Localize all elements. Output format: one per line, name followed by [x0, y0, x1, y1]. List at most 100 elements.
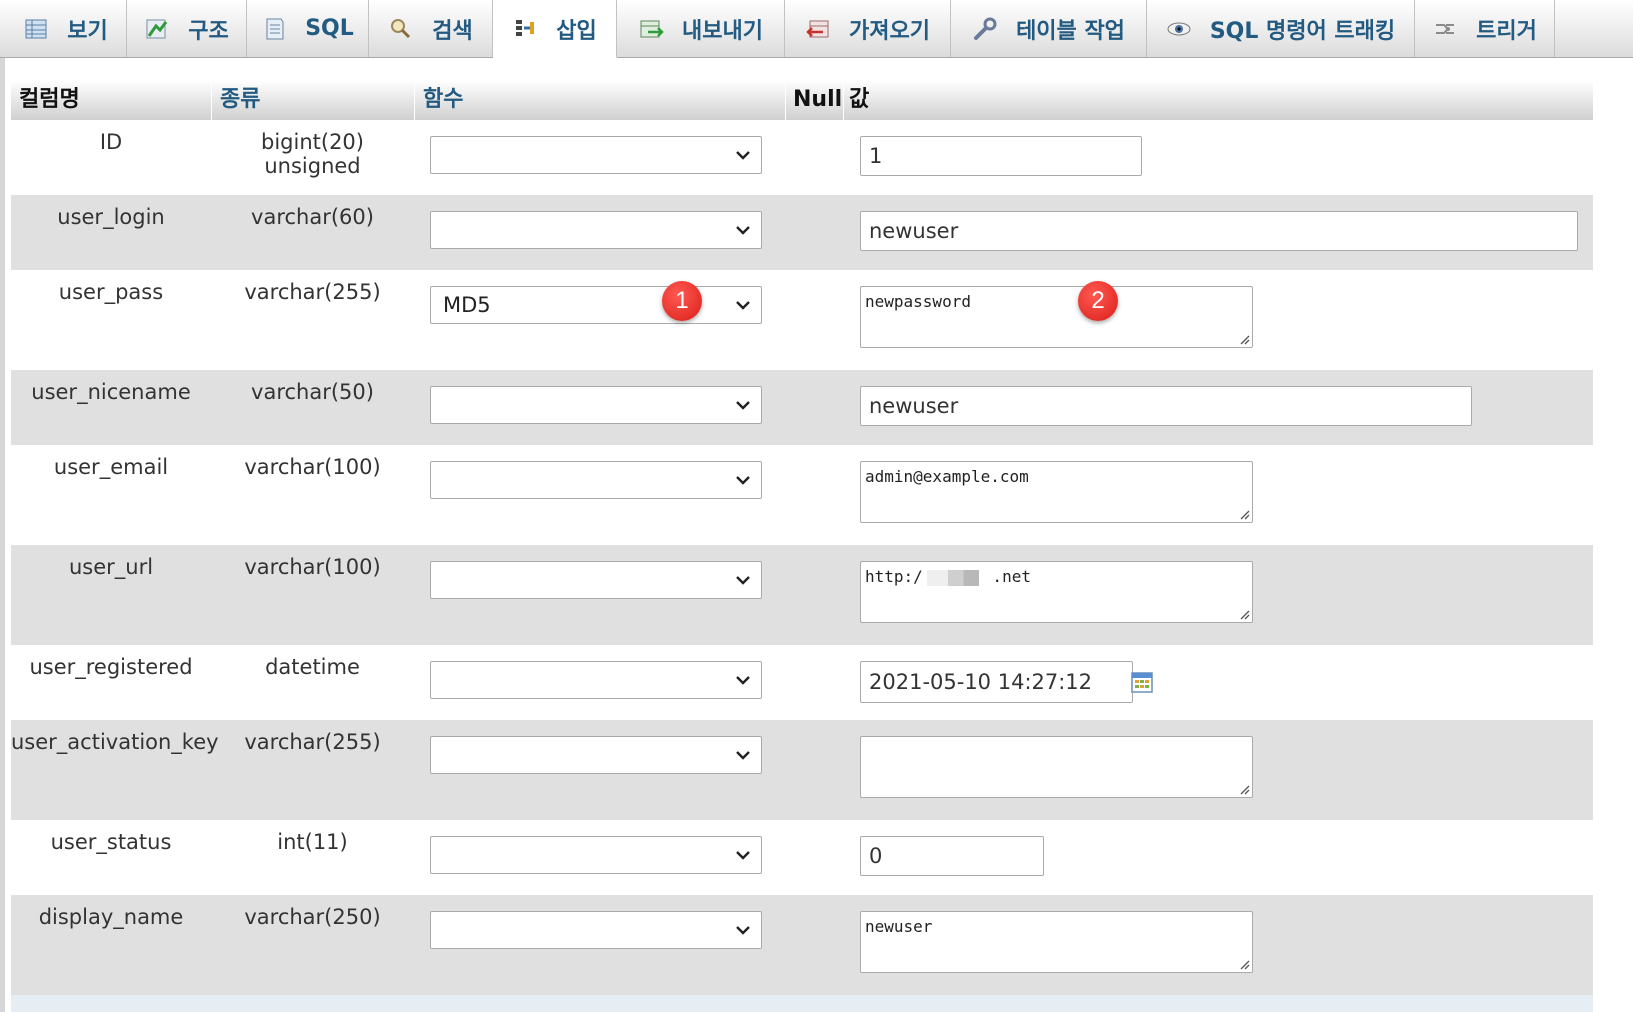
table-row: user_email varchar(100) admin@example.co… [11, 445, 1593, 545]
column-type: varchar(250) [244, 905, 381, 929]
chevron-down-icon [736, 226, 750, 235]
tab-structure[interactable]: 구조 [127, 0, 247, 57]
tab-sql[interactable]: SQL [247, 0, 369, 57]
header-function: 함수 [414, 80, 463, 120]
function-select[interactable] [430, 661, 762, 699]
header-column-name: 컬럼명 [19, 87, 80, 112]
chevron-down-icon [736, 751, 750, 760]
column-name: user_registered [29, 655, 193, 679]
value-textarea[interactable]: http:/ .net [860, 561, 1253, 623]
tab-insert[interactable]: 삽입 [493, 0, 617, 58]
header-type: 종류 [211, 80, 260, 120]
function-select[interactable] [430, 911, 762, 949]
eye-icon [1166, 16, 1192, 42]
resize-grip-icon[interactable] [1238, 958, 1250, 970]
tab-label: 내보내기 [682, 18, 763, 44]
search-icon [388, 16, 414, 42]
trigger-icon [1432, 16, 1458, 42]
tab-export[interactable]: 내보내기 [617, 0, 785, 57]
value-textarea[interactable] [860, 736, 1253, 798]
value-input[interactable]: newuser [860, 386, 1472, 426]
sql-icon [261, 16, 287, 42]
tab-label: SQL [305, 16, 354, 41]
tab-label: 트리거 [1476, 18, 1537, 44]
chevron-down-icon [736, 926, 750, 935]
column-name: ID [99, 130, 123, 154]
table-row: user_status int(11) 0 [11, 820, 1593, 895]
value-textarea[interactable]: admin@example.com [860, 461, 1253, 523]
annotation-badge-1: 1 [662, 281, 702, 321]
tab-label: 테이블 작업 [1016, 18, 1125, 44]
table-row: user_registered datetime 2021-05-10 14:2… [11, 645, 1593, 720]
table-row: user_pass varchar(255) MD5 1 newpassword… [11, 270, 1593, 370]
value-input[interactable]: 2021-05-10 14:27:12 [860, 661, 1133, 703]
function-select[interactable]: MD5 [430, 286, 762, 324]
column-type: datetime [265, 655, 360, 679]
table-row: user_url varchar(100) http:/ .net [11, 545, 1593, 645]
annotation-badge-2: 2 [1078, 281, 1118, 321]
column-type: varchar(100) [244, 555, 381, 579]
structure-icon [144, 16, 170, 42]
column-name: user_url [68, 555, 154, 579]
table-row: user_login varchar(60) newuser [11, 195, 1593, 270]
chevron-down-icon [736, 151, 750, 160]
function-select[interactable] [430, 211, 762, 249]
tab-bar: 보기 구조 SQL 검색 삽입 내보내기 가져오기 테이블 작업 SQL 명령어… [0, 0, 1633, 58]
resize-grip-icon[interactable] [1238, 608, 1250, 620]
page-left-edge [0, 57, 5, 1012]
value-input[interactable]: 0 [860, 836, 1044, 876]
chevron-down-icon [736, 576, 750, 585]
table-row: user_nicename varchar(50) newuser [11, 370, 1593, 445]
column-type: varchar(255) [244, 730, 381, 754]
function-select[interactable] [430, 136, 762, 174]
redacted-region [926, 569, 979, 586]
tab-label: 구조 [188, 18, 229, 44]
function-select[interactable] [430, 736, 762, 774]
value-text-suffix: .net [982, 567, 1031, 586]
table-row: ID bigint(20) unsigned 1 [11, 120, 1593, 195]
column-name: display_name [38, 905, 184, 929]
insert-icon [512, 16, 538, 42]
resize-grip-icon[interactable] [1238, 783, 1250, 795]
table-row: user_activation_key varchar(255) [11, 720, 1593, 820]
wrench-icon [972, 16, 998, 42]
import-icon [805, 16, 831, 42]
column-name: user_activation_key [11, 730, 219, 754]
column-name: user_status [50, 830, 172, 854]
function-select[interactable] [430, 386, 762, 424]
tab-label: 삽입 [556, 18, 597, 44]
resize-grip-icon[interactable] [1238, 333, 1250, 345]
tab-browse[interactable]: 보기 [5, 0, 127, 57]
table-footer-strip [11, 995, 1593, 1012]
chevron-down-icon [736, 401, 750, 410]
value-text: newuser [865, 917, 933, 936]
value-text-prefix: http:/ [865, 567, 923, 586]
tab-label: 검색 [432, 18, 473, 44]
tab-import[interactable]: 가져오기 [785, 0, 951, 57]
value-input[interactable]: 1 [860, 136, 1142, 176]
column-name: user_pass [58, 280, 164, 304]
tab-operations[interactable]: 테이블 작업 [951, 0, 1147, 57]
chevron-down-icon [736, 676, 750, 685]
header-null: Null [785, 80, 842, 120]
column-name: user_nicename [31, 380, 191, 404]
value-input[interactable]: newuser [860, 211, 1578, 251]
export-icon [638, 16, 664, 42]
column-type: int(11) [277, 830, 348, 854]
chevron-down-icon [736, 851, 750, 860]
tab-triggers[interactable]: 트리거 [1415, 0, 1555, 57]
calendar-icon[interactable] [1130, 670, 1154, 694]
chevron-down-icon [736, 476, 750, 485]
function-select[interactable] [430, 561, 762, 599]
function-select[interactable] [430, 836, 762, 874]
tab-tracking[interactable]: SQL 명령어 트래킹 [1147, 0, 1415, 57]
function-select[interactable] [430, 461, 762, 499]
column-type: varchar(100) [244, 455, 381, 479]
value-textarea[interactable]: newuser [860, 911, 1253, 973]
browse-icon [23, 16, 49, 42]
resize-grip-icon[interactable] [1238, 508, 1250, 520]
column-type: varchar(60) [251, 205, 374, 229]
tab-label: 가져오기 [849, 18, 930, 44]
value-textarea[interactable]: newpassword [860, 286, 1253, 348]
tab-search[interactable]: 검색 [369, 0, 493, 57]
